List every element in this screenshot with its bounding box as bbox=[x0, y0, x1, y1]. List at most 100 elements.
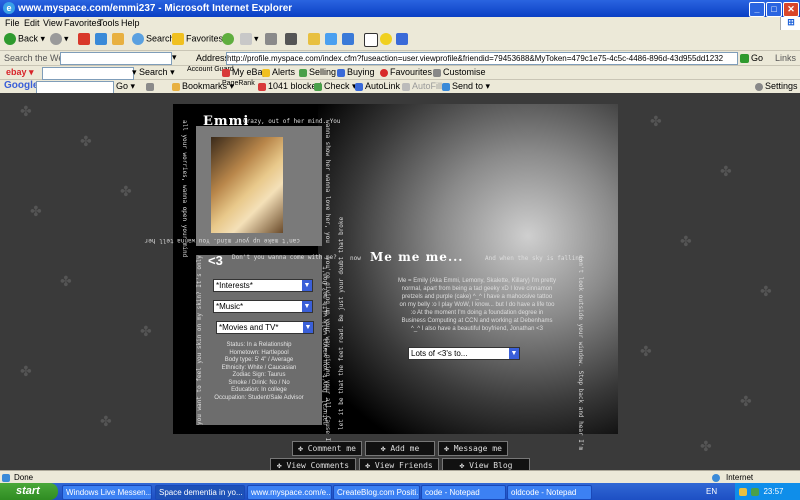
favourites-button[interactable]: Favourites bbox=[380, 67, 432, 77]
status-bar: Done Internet bbox=[0, 470, 800, 484]
standard-toolbar: Back ▾ ▾ Search Favorites ▾ bbox=[0, 30, 800, 51]
history-button[interactable] bbox=[222, 33, 236, 45]
task-oldcode-notepad[interactable]: oldcode - Notepad bbox=[507, 485, 592, 500]
back-button[interactable]: Back ▾ bbox=[4, 33, 45, 45]
selling-button[interactable]: Selling bbox=[299, 67, 336, 77]
ebay-logo[interactable]: ebay ▾ bbox=[6, 67, 34, 78]
butterfly-icon: ✤ bbox=[140, 323, 152, 339]
ebay-search-button[interactable]: ▾ Search ▾ bbox=[132, 67, 175, 78]
task-space-dementia[interactable]: Space dementia in yo... bbox=[155, 485, 245, 500]
butterfly-icon: ✤ bbox=[80, 133, 92, 149]
edit-icon bbox=[285, 33, 297, 45]
mail-button[interactable]: ▾ bbox=[240, 33, 259, 45]
my-ebay-button[interactable]: My eBay bbox=[222, 67, 267, 77]
profile-photo[interactable] bbox=[211, 137, 283, 233]
menu-file[interactable]: File bbox=[5, 18, 20, 28]
menu-edit[interactable]: Edit bbox=[24, 18, 40, 28]
check-button[interactable]: Check ▾ bbox=[314, 81, 357, 92]
search-web-input[interactable] bbox=[60, 52, 172, 65]
language-indicator[interactable]: EN bbox=[706, 487, 717, 496]
search-button[interactable]: Search bbox=[132, 33, 175, 45]
settings-button[interactable]: Settings ▾ bbox=[755, 81, 800, 92]
monitor-icon bbox=[396, 33, 408, 45]
ebay-search-input[interactable] bbox=[42, 67, 134, 80]
heart-label: <3 bbox=[208, 253, 223, 268]
refresh-icon bbox=[95, 33, 107, 45]
search-web-dropdown[interactable]: ▾ bbox=[172, 52, 177, 63]
butterfly-icon: ✤ bbox=[60, 273, 72, 289]
autolink-button[interactable]: AutoLink ▾ bbox=[355, 81, 407, 92]
movies-select[interactable]: *Movies and TV* ▼ bbox=[216, 321, 314, 334]
butterfly-icon: ✤ bbox=[100, 413, 112, 429]
cursor-button[interactable] bbox=[364, 33, 380, 47]
folder-button[interactable] bbox=[308, 33, 322, 45]
refresh-button[interactable] bbox=[95, 33, 109, 45]
task-code-notepad[interactable]: code - Notepad bbox=[421, 485, 506, 500]
alerts-button[interactable]: Alerts bbox=[262, 67, 295, 77]
menu-tools[interactable]: Tools bbox=[98, 18, 119, 28]
forward-button[interactable]: ▾ bbox=[50, 33, 69, 45]
tray-icon[interactable] bbox=[751, 487, 760, 496]
add-me-button[interactable]: ✤ Add me bbox=[365, 441, 435, 456]
google-tool-icons[interactable] bbox=[146, 81, 156, 91]
selling-icon bbox=[299, 68, 307, 77]
history-icon bbox=[222, 33, 234, 45]
home-button[interactable] bbox=[112, 33, 126, 45]
detail-hometown: Hometown: Hartlepool bbox=[229, 349, 289, 356]
go-button[interactable]: Go bbox=[740, 53, 763, 64]
close-button[interactable]: ✕ bbox=[783, 2, 799, 17]
clock: 23:57 bbox=[763, 487, 784, 496]
google-logo[interactable]: Google bbox=[4, 80, 38, 91]
lyric-mid-2: can't make up your mind. You wanna tell … bbox=[144, 237, 300, 244]
chevron-down-icon: ▼ bbox=[303, 322, 313, 333]
blocked-icon bbox=[258, 82, 266, 91]
ie-icon: e bbox=[3, 2, 15, 14]
messenger-button[interactable] bbox=[325, 33, 339, 45]
popup-blocked-button[interactable]: 1041 blocked bbox=[258, 81, 322, 91]
star-icon bbox=[172, 33, 184, 45]
system-tray: 23:57 bbox=[735, 483, 800, 500]
music-select[interactable]: *Music* ▼ bbox=[213, 300, 313, 313]
butterfly-icon: ✤ bbox=[650, 113, 662, 129]
favorites-button[interactable]: Favorites bbox=[172, 33, 223, 45]
task-myspace[interactable]: www.myspace.com/e... bbox=[247, 485, 332, 500]
detail-zodiac: Zodiac Sign: Taurus bbox=[232, 372, 286, 378]
tool-button-1[interactable] bbox=[342, 33, 356, 45]
edit-button[interactable] bbox=[285, 33, 299, 45]
butterfly-icon: ✤ bbox=[20, 363, 32, 379]
comment-me-button[interactable]: ✤ Comment me bbox=[292, 441, 362, 456]
message-me-button[interactable]: ✤ Message me bbox=[438, 441, 508, 456]
customise-button[interactable]: Customise bbox=[433, 67, 486, 77]
google-go-button[interactable]: Go ▾ bbox=[116, 81, 135, 92]
maximize-button[interactable]: □ bbox=[766, 2, 782, 17]
interests-select[interactable]: *Interests* ▼ bbox=[213, 279, 313, 292]
tray-icon[interactable] bbox=[739, 487, 747, 496]
now-label: now bbox=[350, 255, 361, 262]
print-button[interactable] bbox=[265, 33, 279, 45]
links-label[interactable]: Links bbox=[775, 53, 796, 63]
task-createblog[interactable]: CreateBlog.com Positi... bbox=[333, 485, 420, 500]
gear-icon bbox=[755, 82, 763, 91]
heart-icon bbox=[380, 68, 388, 77]
start-button[interactable]: start bbox=[0, 483, 58, 500]
smiley-icon bbox=[380, 33, 392, 45]
lots-of-hearts-select[interactable]: Lots of <3's to... ▼ bbox=[408, 347, 520, 360]
minimize-button[interactable]: _ bbox=[749, 2, 765, 17]
forward-arrow-icon bbox=[50, 33, 62, 45]
monitor-button[interactable] bbox=[396, 33, 410, 45]
address-input[interactable]: http://profile.myspace.com/index.cfm?fus… bbox=[226, 52, 738, 65]
buying-button[interactable]: Buying bbox=[337, 67, 375, 77]
task-windows-live-messenger[interactable]: Windows Live Messen... bbox=[62, 485, 152, 500]
menu-view[interactable]: View bbox=[43, 18, 62, 28]
menu-favorites[interactable]: Favorites bbox=[64, 18, 101, 28]
menu-help[interactable]: Help bbox=[121, 18, 140, 28]
stop-button[interactable] bbox=[78, 33, 92, 45]
bell-icon bbox=[262, 68, 270, 77]
smiley-button[interactable] bbox=[380, 33, 394, 45]
print-icon bbox=[265, 33, 277, 45]
address-bar: Search the Web ▾ Address http://profile.… bbox=[0, 51, 800, 66]
stop-icon bbox=[78, 33, 90, 45]
autofill-button[interactable]: AutoFill bbox=[402, 81, 442, 91]
chevron-down-icon: ▼ bbox=[302, 280, 312, 291]
send-to-button[interactable]: Send to ▾ bbox=[442, 81, 490, 92]
